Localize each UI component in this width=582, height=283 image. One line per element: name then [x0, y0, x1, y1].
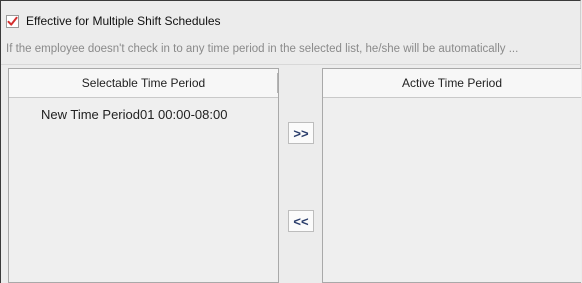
multiple-shift-option[interactable]: Effective for Multiple Shift Schedules — [6, 13, 221, 29]
selectable-panel-header: Selectable Time Period — [9, 69, 278, 98]
active-panel-header-label: Active Time Period — [401, 76, 503, 90]
selectable-time-period-panel: Selectable Time Period New Time Period01… — [8, 68, 279, 283]
multiple-shift-checkbox[interactable] — [6, 14, 19, 28]
check-mark-icon — [7, 16, 18, 26]
column-separator[interactable] — [277, 73, 278, 93]
active-panel-header: Active Time Period — [323, 69, 581, 98]
list-item[interactable]: New Time Period01 00:00-08:00 — [9, 98, 278, 122]
section-divider — [1, 64, 581, 65]
selectable-panel-header-label: Selectable Time Period — [81, 76, 206, 90]
active-time-period-panel: Active Time Period — [322, 68, 581, 283]
add-to-active-button[interactable]: >> — [288, 122, 314, 144]
multiple-shift-checkbox-label: Effective for Multiple Shift Schedules — [26, 14, 221, 28]
remove-from-active-button[interactable]: << — [288, 210, 314, 232]
hint-text: If the employee doesn't check in to any … — [6, 43, 519, 55]
